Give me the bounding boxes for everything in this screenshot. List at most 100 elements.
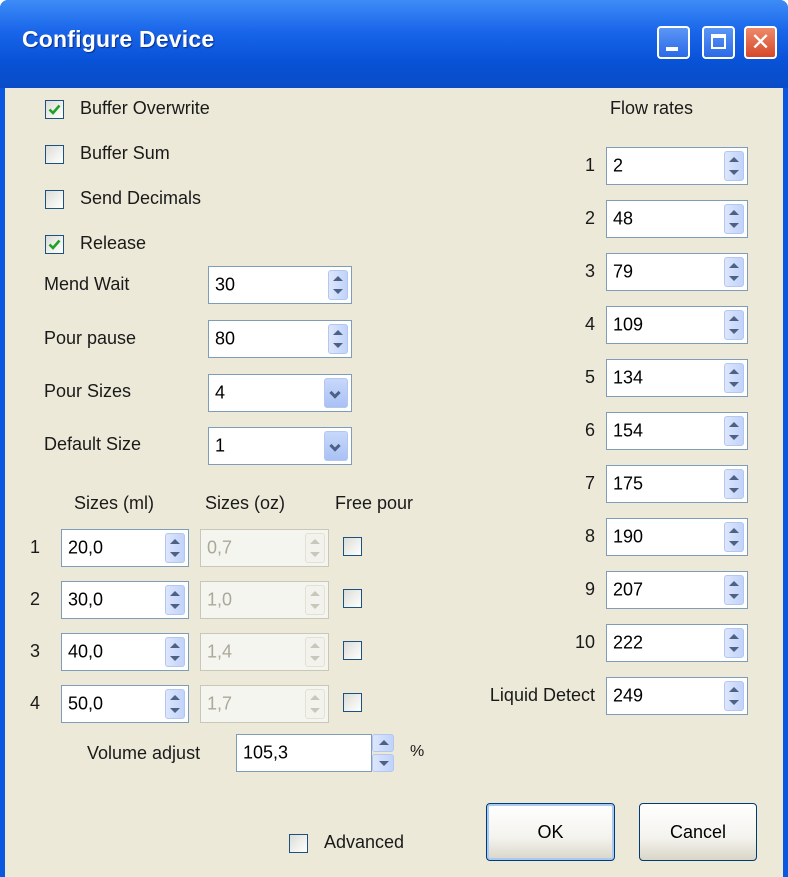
flow-rate-value: 109 [613,314,644,335]
size-ml-spin-buttons[interactable] [165,585,185,615]
size-ml-value: 50,0 [68,693,104,714]
flow-rate-stepper[interactable]: 2 [606,147,748,185]
spin-down-icon [729,434,739,440]
flow-rate-stepper[interactable]: 48 [606,200,748,238]
flow-rate-spin-buttons[interactable] [724,257,744,287]
free-pour-checkbox[interactable] [343,537,362,556]
flow-rate-stepper[interactable]: 175 [606,465,748,503]
spin-down-icon [729,487,739,493]
flow-rate-spin-buttons[interactable] [724,310,744,340]
flow-rate-stepper[interactable]: 249 [606,677,748,715]
spin-up-icon [729,210,739,216]
size-oz-stepper: 1,7 [200,685,329,723]
spin-up-icon [333,330,343,336]
release-checkbox[interactable] [45,235,64,254]
volume-down-button[interactable] [372,754,394,772]
ok-button-label: OK [537,822,564,842]
pour-pause-spin-buttons[interactable] [328,324,348,354]
spin-down-icon [310,655,320,661]
flow-rate-spin-buttons[interactable] [724,469,744,499]
spin-down-icon [729,540,739,546]
flow-rate-spin-buttons[interactable] [724,151,744,181]
spin-up-icon [729,634,739,640]
size-oz-value: 1,4 [207,641,233,662]
size-ml-spin-buttons[interactable] [165,637,185,667]
size-oz-value: 0,7 [207,537,233,558]
free-pour-checkbox[interactable] [343,641,362,660]
minimize-button[interactable] [657,26,690,59]
flow-rate-spin-buttons[interactable] [724,204,744,234]
size-ml-stepper[interactable]: 20,0 [61,529,189,567]
flow-rate-spin-buttons[interactable] [724,575,744,605]
flow-rate-spin-buttons[interactable] [724,363,744,393]
sizes-oz-header: Sizes (oz) [205,493,286,513]
flow-rate-spin-buttons[interactable] [724,416,744,446]
pour-sizes-label: Pour Sizes [44,381,132,401]
flow-rate-label: 5 [584,367,595,387]
flow-rate-stepper[interactable]: 222 [606,624,748,662]
volume-adjust-input[interactable]: 105,3 [236,734,372,772]
ok-button[interactable]: OK [486,803,615,861]
minimize-icon [666,47,678,51]
flow-rate-label: 3 [584,261,595,281]
flow-rate-spin-buttons[interactable] [724,522,744,552]
maximize-icon [711,34,726,49]
pour-sizes-dropdown-button[interactable] [324,378,348,408]
flow-rate-stepper[interactable]: 190 [606,518,748,556]
spin-down-icon [729,593,739,599]
close-button[interactable]: ✕ [744,26,777,59]
free-pour-header: Free pour [335,493,414,513]
flow-rate-stepper[interactable]: 154 [606,412,748,450]
size-ml-stepper[interactable]: 50,0 [61,685,189,723]
mend-wait-stepper[interactable]: 30 [208,266,352,304]
spin-up-icon [729,316,739,322]
flow-rate-stepper[interactable]: 79 [606,253,748,291]
spin-down-icon [310,603,320,609]
size-oz-stepper: 0,7 [200,529,329,567]
size-ml-stepper[interactable]: 40,0 [61,633,189,671]
cancel-button[interactable]: Cancel [639,803,757,861]
spin-down-icon [379,761,389,766]
advanced-label: Advanced [324,832,405,852]
size-ml-stepper[interactable]: 30,0 [61,581,189,619]
flow-rate-stepper[interactable]: 109 [606,306,748,344]
size-oz-value: 1,7 [207,693,233,714]
chevron-down-icon [329,387,341,399]
free-pour-checkbox[interactable] [343,693,362,712]
advanced-checkbox[interactable] [289,834,308,853]
size-oz-stepper: 1,4 [200,633,329,671]
flow-rate-value: 175 [613,473,644,494]
flow-rate-value: 2 [613,155,624,176]
default-size-dropdown-button[interactable] [324,431,348,461]
maximize-button[interactable] [702,26,735,59]
spin-down-icon [333,342,343,348]
default-size-select[interactable]: 1 [208,427,352,465]
pour-sizes-select[interactable]: 4 [208,374,352,412]
spin-down-icon [170,655,180,661]
flow-rate-value: 154 [613,420,644,441]
flow-rate-spin-buttons[interactable] [724,628,744,658]
flow-rate-spin-buttons[interactable] [724,681,744,711]
default-size-label: Default Size [44,434,142,454]
spin-up-icon [310,643,320,649]
volume-up-button[interactable] [372,734,394,752]
spin-up-icon [729,475,739,481]
flow-rate-stepper[interactable]: 134 [606,359,748,397]
send-decimals-checkbox[interactable] [45,190,64,209]
checkmark-icon [48,239,61,250]
title-bar[interactable]: Configure Device ✕ [0,0,788,88]
free-pour-checkbox[interactable] [343,589,362,608]
volume-adjust-spinner[interactable] [372,734,394,772]
buffer-sum-checkbox[interactable] [45,145,64,164]
flow-rate-value: 207 [613,579,644,600]
size-oz-spin-buttons [305,689,325,719]
size-ml-value: 20,0 [68,537,104,558]
buffer-overwrite-checkbox[interactable] [45,100,64,119]
sizes-ml-header: Sizes (ml) [74,493,154,513]
spin-up-icon [333,276,343,282]
mend-wait-spin-buttons[interactable] [328,270,348,300]
size-ml-spin-buttons[interactable] [165,533,185,563]
pour-pause-stepper[interactable]: 80 [208,320,352,358]
flow-rate-stepper[interactable]: 207 [606,571,748,609]
size-ml-spin-buttons[interactable] [165,689,185,719]
